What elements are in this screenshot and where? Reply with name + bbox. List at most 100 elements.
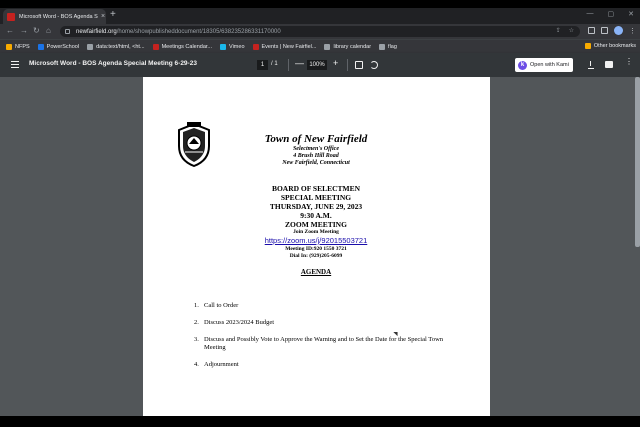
browser-toolbar: ← → ↻ ⌂ newfairfield.org /home/showpubli… <box>0 24 640 39</box>
bookmark-item[interactable]: Meetings Calendar... <box>152 43 213 50</box>
zoom-out-button[interactable]: — <box>295 58 304 68</box>
reload-icon[interactable]: ↻ <box>33 26 40 35</box>
zoom-level-input[interactable]: 100% <box>307 60 327 70</box>
menu-icon[interactable] <box>11 61 19 68</box>
agenda-item-text: Discuss and Possibly Vote to Approve the… <box>204 336 444 351</box>
bookmark-item[interactable]: Vimeo <box>220 43 245 50</box>
zoom-link[interactable]: https://zoom.us/j/92015503721 <box>243 236 389 246</box>
meeting-time: 9:30 A.M. <box>300 211 332 220</box>
agenda-item-number: 4. <box>194 361 199 368</box>
page-total: / 1 <box>271 61 278 67</box>
kami-logo-icon: k <box>518 60 527 70</box>
divider <box>288 59 289 71</box>
agenda-item: 2. Discuss 2023/2024 Budget <box>194 319 454 327</box>
print-icon[interactable] <box>605 61 613 68</box>
page-number-input[interactable]: 1 <box>257 60 268 70</box>
address-line-1: 4 Brush Hill Road <box>293 153 339 159</box>
url-host: newfairfield.org <box>76 28 117 35</box>
bookmark-label: Vimeo <box>229 43 245 50</box>
board-name: BOARD OF SELECTMEN <box>271 184 361 193</box>
rotate-icon[interactable] <box>370 61 378 69</box>
lock-icon[interactable] <box>65 29 70 34</box>
share-icon[interactable]: ⇪ <box>556 27 561 34</box>
other-bookmarks-label: Other bookmarks <box>593 43 636 49</box>
agenda-item: 1. Call to Order <box>194 302 454 310</box>
scrollbar-thumb[interactable] <box>635 77 640 247</box>
screen: Microsoft Word - BOS Agenda S × + — ▢ ✕ … <box>0 0 640 427</box>
bookmark-item[interactable]: NFPS <box>6 43 30 50</box>
agenda-item-text: Adjournment <box>204 361 239 368</box>
browser-chrome: Microsoft Word - BOS Agenda S × + — ▢ ✕ … <box>0 8 640 53</box>
browser-menu-icon[interactable]: ⋮ <box>629 27 636 35</box>
bookmark-item[interactable]: Events | New Fairfiel... <box>252 43 317 50</box>
divider <box>347 59 348 71</box>
minimize-icon[interactable]: — <box>587 10 594 18</box>
agenda-item: 4. Adjournment <box>194 361 454 369</box>
tab-strip: Microsoft Word - BOS Agenda S × + — ▢ ✕ <box>0 8 640 24</box>
bookmark-item[interactable]: PowerSchool <box>37 43 80 50</box>
maximize-icon[interactable]: ▢ <box>608 10 615 18</box>
bookmarks-bar: NFPS PowerSchool data:text/html, <ht... Mee… <box>0 39 640 53</box>
zoom-heading: ZOOM MEETING <box>285 220 347 229</box>
bookmark-label: NFPS <box>15 43 30 50</box>
bookmark-label: library calendar <box>333 43 372 50</box>
meeting-date: THURSDAY, JUNE 29, 2023 <box>269 202 363 211</box>
window-controls: — ▢ ✕ <box>587 10 635 18</box>
forward-icon[interactable]: → <box>20 26 28 35</box>
agenda-heading: AGENDA <box>300 268 332 276</box>
extensions-icon[interactable] <box>588 27 595 34</box>
bookmark-favicon-icon <box>87 43 94 50</box>
home-icon[interactable]: ⌂ <box>46 26 51 35</box>
browser-tab[interactable]: Microsoft Word - BOS Agenda S × <box>3 9 106 24</box>
download-icon[interactable] <box>588 61 594 69</box>
address-bar[interactable]: newfairfield.org /home/showpublisheddocu… <box>60 26 580 37</box>
pdf-favicon-icon <box>7 12 15 21</box>
bookmark-label: Events | New Fairfiel... <box>261 43 317 50</box>
meeting-header: BOARD OF SELECTMEN SPECIAL MEETING THURS… <box>243 184 389 276</box>
bookmark-favicon-icon <box>252 43 259 50</box>
bookmark-label: PowerSchool <box>46 43 80 50</box>
agenda-item-number: 3. <box>194 336 199 343</box>
close-window-icon[interactable]: ✕ <box>628 10 634 18</box>
pdf-toolbar: Microsoft Word - BOS Agenda Special Meet… <box>0 53 640 77</box>
bookmark-favicon-icon <box>152 43 159 50</box>
close-tab-icon[interactable]: × <box>101 13 105 20</box>
agenda-list: 1. Call to Order 2. Discuss 2023/2024 Budge… <box>194 302 454 378</box>
zoom-in-button[interactable]: + <box>333 58 338 68</box>
document-title: Microsoft Word - BOS Agenda Special Meet… <box>29 60 197 67</box>
back-icon[interactable]: ← <box>6 26 14 35</box>
bookmark-favicon-icon <box>6 43 12 50</box>
omnibox-actions: ⇪ ☆ <box>556 27 574 34</box>
join-label: Join Zoom Meeting <box>293 229 339 235</box>
bookmark-item[interactable]: library calendar <box>324 43 372 50</box>
meeting-id: Meeting ID:920 1550 3721 <box>285 246 347 252</box>
town-seal-icon <box>178 122 210 167</box>
bookmark-item[interactable]: data:text/html, <ht... <box>87 43 145 50</box>
agenda-item: 3. Discuss and Possibly Vote to Approve t… <box>194 336 454 352</box>
toolbar-actions: ⋮ <box>588 26 636 35</box>
bookmark-favicon-icon <box>324 43 331 50</box>
bookmark-favicon-icon <box>220 43 227 50</box>
new-tab-button[interactable]: + <box>110 9 116 20</box>
folder-icon <box>584 43 591 49</box>
bookmark-item[interactable]: flag <box>379 43 397 50</box>
agenda-item-number: 2. <box>194 319 199 326</box>
tab-title: Microsoft Word - BOS Agenda S <box>19 13 98 20</box>
open-with-kami-button[interactable]: k Open with Kami <box>515 58 573 72</box>
bookmark-label: Meetings Calendar... <box>161 43 213 50</box>
bookmark-label: flag <box>388 43 397 50</box>
other-bookmarks[interactable]: Other bookmarks <box>584 43 636 49</box>
viewer-scrollbar[interactable] <box>635 77 640 416</box>
pdf-viewer[interactable]: Town of New Fairfield Selectmen's Office… <box>0 77 640 416</box>
address-line-2: New Fairfield, Connecticut <box>282 160 350 166</box>
profile-avatar[interactable] <box>614 26 623 35</box>
bookmark-favicon-icon <box>379 43 386 50</box>
agenda-item-text: Call to Order <box>204 302 239 309</box>
bookmark-star-icon[interactable]: ☆ <box>569 27 574 34</box>
agenda-item-number: 1. <box>194 302 199 309</box>
dial-in: Dial In: (929)205-6099 <box>289 253 343 259</box>
fit-to-page-icon[interactable] <box>355 61 363 69</box>
sidepanel-icon[interactable] <box>601 27 608 34</box>
more-options-icon[interactable]: ⋮ <box>625 58 633 66</box>
office-name: Selectmen's Office <box>292 146 340 152</box>
